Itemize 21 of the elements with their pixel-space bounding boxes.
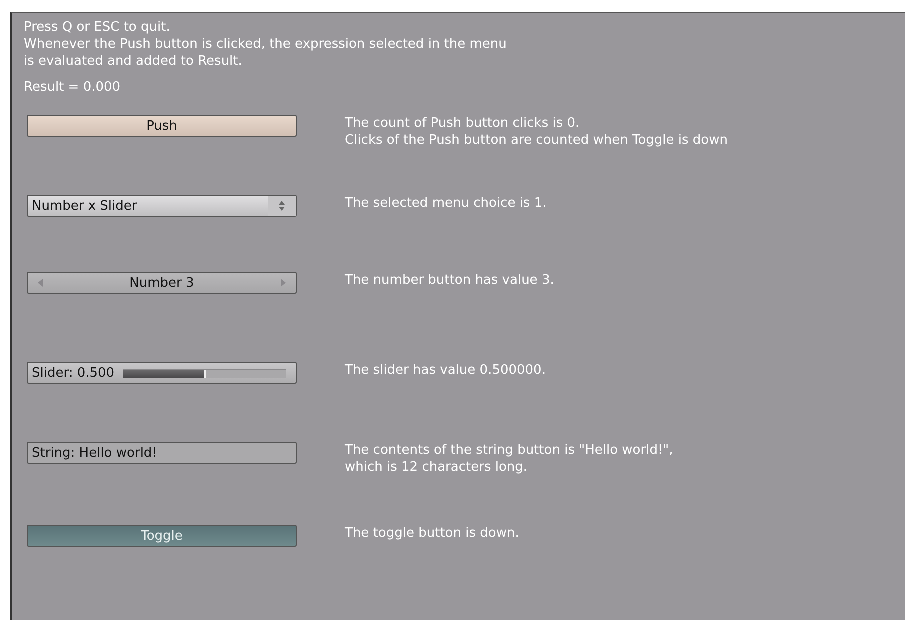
instruction-text: Whenever the Push button is clicked, the expression selected in the menu <box>24 36 507 53</box>
description-text: The count of Push button clicks is 0. <box>345 115 580 132</box>
slider[interactable]: Slider: 0.500 <box>27 362 297 384</box>
description-text: which is 12 characters long. <box>345 459 528 476</box>
description-text: The slider has value 0.500000. <box>345 362 546 379</box>
up-down-icon <box>278 200 286 212</box>
instruction-text: Press Q or ESC to quit. <box>24 19 170 36</box>
description-text: The number button has value 3. <box>345 272 554 289</box>
description-text: Clicks of the Push button are counted when Toggle is down <box>345 132 728 149</box>
text-field[interactable]: String: Hello world! <box>27 442 297 464</box>
description-text: The contents of the string button is "Hello world!", <box>345 442 674 459</box>
toggle-button[interactable]: Toggle <box>27 525 297 547</box>
push-button[interactable]: Push <box>27 115 297 137</box>
description-text: The selected menu choice is 1. <box>345 195 547 212</box>
number-field[interactable]: Number 3 <box>27 272 297 294</box>
instruction-text: is evaluated and added to Result. <box>24 53 242 70</box>
description-text: The toggle button is down. <box>345 525 520 542</box>
left-arrow-icon[interactable] <box>38 279 44 287</box>
result-text: Result = 0.000 <box>24 79 121 96</box>
right-arrow-icon[interactable] <box>280 279 286 287</box>
menu-dropdown[interactable]: Number x Slider <box>27 195 297 217</box>
